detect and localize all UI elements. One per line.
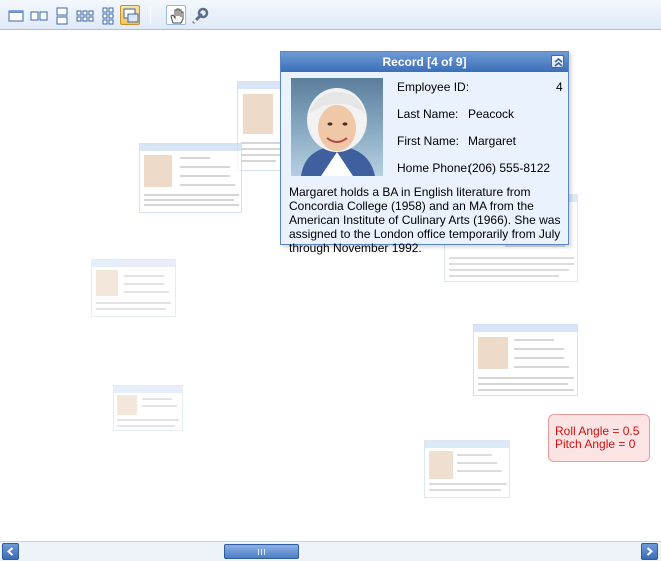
tile-view-button[interactable] (97, 5, 117, 25)
scroll-left-button[interactable] (2, 543, 19, 560)
single-view-button[interactable] (5, 5, 25, 25)
employee-notes: Margaret holds a BA in English literatur… (289, 185, 561, 255)
scroll-thumb[interactable] (224, 544, 299, 559)
two-row-view-icon (56, 7, 68, 25)
record-popup[interactable]: Record [4 of 9] Employee ID: 4 Last Name… (280, 51, 569, 255)
pan-hand-icon (170, 8, 184, 24)
employee-photo (291, 78, 383, 176)
first-name-label: First Name: (397, 134, 460, 148)
chevron-left-icon (6, 547, 14, 556)
settings-wrench-icon (192, 7, 209, 24)
single-view-icon (8, 10, 24, 22)
last-name-value: Peacock (468, 107, 515, 121)
first-name-value: Margaret (468, 134, 517, 148)
angle-readout: Roll Angle = 0.5 Pitch Angle = 0 (548, 414, 650, 462)
grid-view-button[interactable] (74, 5, 94, 25)
scroll-right-button[interactable] (641, 543, 658, 560)
employee-portrait-icon (301, 88, 375, 176)
chevron-up-double-icon (554, 58, 563, 67)
employee-id-value: 4 (556, 80, 563, 94)
two-column-view-icon (30, 11, 48, 21)
employee-id-label: Employee ID: (397, 80, 470, 94)
home-phone-label: Home Phone: (397, 161, 471, 175)
collapse-button[interactable] (551, 55, 564, 68)
carousel-view-icon (123, 8, 139, 23)
last-name-label: Last Name: (397, 107, 459, 121)
grip-icon (258, 549, 266, 555)
grid-view-icon (76, 10, 94, 22)
record-card[interactable] (113, 385, 183, 431)
record-card[interactable] (139, 143, 242, 213)
record-card[interactable] (91, 259, 176, 317)
toolbar-separator (150, 6, 151, 24)
chevron-right-icon (646, 547, 654, 556)
pitch-angle-text: Pitch Angle = 0 (555, 437, 636, 451)
home-phone-value: (206) 555-8122 (468, 161, 551, 175)
toolbar (0, 0, 661, 30)
carousel-view-button[interactable] (120, 5, 140, 25)
record-card[interactable] (424, 440, 510, 498)
record-card[interactable] (473, 324, 578, 396)
settings-button[interactable] (189, 5, 209, 25)
record-title: Record [4 of 9] (382, 55, 467, 69)
two-column-view-button[interactable] (28, 5, 48, 25)
record-title-bar: Record [4 of 9] (281, 52, 568, 72)
two-row-view-button[interactable] (51, 5, 71, 25)
horizontal-scrollbar[interactable] (0, 541, 661, 561)
tile-view-icon (102, 7, 114, 25)
pan-button[interactable] (166, 5, 186, 25)
